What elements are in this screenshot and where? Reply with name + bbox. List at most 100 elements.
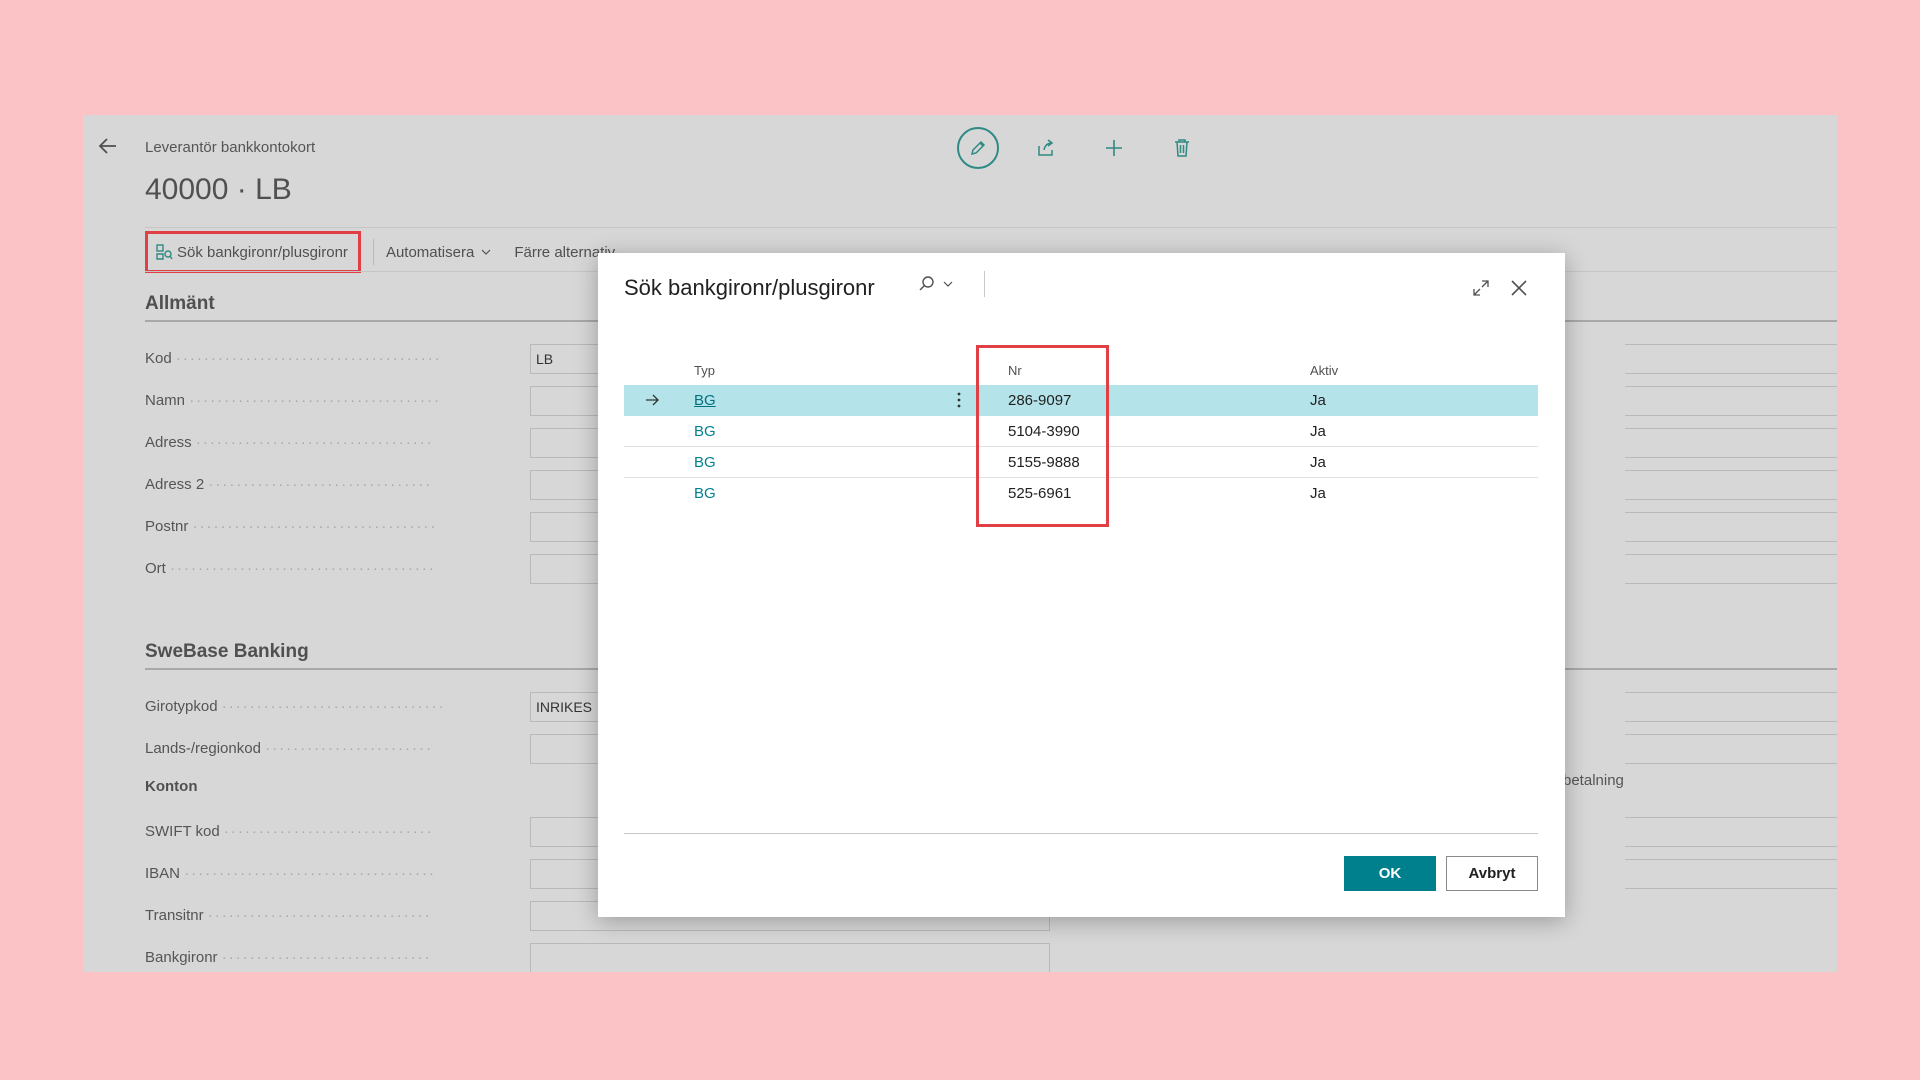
automate-label: Automatisera	[385, 243, 475, 261]
field-label-landskod: Lands-/regionkod ·······················…	[145, 740, 520, 757]
dialog-footer-divider	[624, 833, 1538, 834]
right-input[interactable]	[1625, 386, 1837, 416]
leader-dots: ··································	[195, 434, 434, 451]
field-label-iban-text: IBAN	[145, 865, 181, 882]
right-input[interactable]	[1625, 817, 1837, 847]
chevron-down-icon	[943, 281, 953, 287]
arrow-left-icon	[98, 138, 116, 154]
right-partial-text: betalning	[1563, 772, 1624, 789]
field-label-postnr-text: Postnr	[145, 518, 189, 535]
expand-icon	[1473, 280, 1489, 296]
field-label-postnr: Postnr ·································…	[145, 518, 520, 535]
leader-dots: ····································	[184, 865, 437, 882]
row-more-options-icon[interactable]	[956, 391, 962, 409]
trash-icon	[1175, 139, 1189, 157]
section-title-swebase: SweBase Banking	[145, 641, 309, 662]
cell-aktiv: Ja	[1310, 485, 1326, 502]
field-label-bankgironr: Bankgironr ·····························…	[145, 949, 520, 966]
row-selected-arrow-icon	[644, 392, 660, 408]
automate-menu[interactable]: Automatisera	[386, 244, 492, 261]
field-label-iban: IBAN ···································…	[145, 865, 520, 882]
expand-button[interactable]	[1466, 273, 1496, 303]
cell-typ-link[interactable]: BG	[694, 454, 716, 471]
field-label-adress: Adress ·································…	[145, 434, 520, 451]
field-label-ort-text: Ort	[145, 560, 166, 577]
leader-dots: ···································	[192, 518, 438, 535]
field-label-kod: Kod ····································…	[145, 350, 520, 367]
right-input[interactable]	[1625, 859, 1837, 889]
breadcrumb: Leverantör bankkontokort	[145, 139, 316, 156]
leader-dots: ································	[207, 907, 432, 924]
field-label-adress2: Adress 2 ·······························…	[145, 476, 520, 493]
field-label-swift-text: SWIFT kod	[145, 823, 220, 840]
share-button[interactable]	[1025, 127, 1067, 169]
dialog-title-separator	[984, 271, 985, 297]
nr-column-highlight-box	[976, 345, 1109, 527]
delete-button[interactable]	[1161, 127, 1203, 169]
field-label-namn-text: Namn	[145, 392, 186, 409]
cell-aktiv: Ja	[1310, 454, 1326, 471]
leader-dots: ································	[208, 476, 433, 493]
search-bankgiro-label: Sök bankgironr/plusgironr	[177, 243, 348, 261]
search-bankgiro-action[interactable]: Sök bankgironr/plusgironr	[145, 231, 361, 273]
right-input[interactable]	[1625, 470, 1837, 500]
right-input[interactable]	[1625, 428, 1837, 458]
column-header-typ[interactable]: Typ	[694, 363, 715, 378]
field-label-ort: Ort ····································…	[145, 560, 520, 577]
cell-typ-link[interactable]: BG	[694, 485, 716, 502]
ok-button[interactable]: OK	[1344, 856, 1436, 891]
right-input[interactable]	[1625, 734, 1837, 764]
cell-aktiv: Ja	[1310, 423, 1326, 440]
close-button[interactable]	[1504, 273, 1534, 303]
edit-button[interactable]	[957, 127, 999, 169]
subsection-title-konton: Konton	[145, 778, 198, 795]
field-row-bankgironr: Bankgironr ·····························…	[145, 939, 1837, 972]
field-label-swift: SWIFT kod ······························	[145, 823, 520, 840]
field-label-landskod-text: Lands-/regionkod	[145, 740, 261, 757]
plus-icon	[1106, 140, 1122, 156]
share-icon	[1038, 139, 1054, 156]
leader-dots: ························	[265, 740, 433, 757]
leader-dots: ································	[221, 698, 446, 715]
dialog-search-button[interactable]	[918, 275, 954, 293]
cell-typ-link[interactable]: BG	[694, 423, 716, 440]
header-divider	[145, 227, 1837, 228]
leader-dots: ······································	[175, 350, 442, 367]
leader-dots: ······························	[223, 823, 434, 840]
dialog-title: Sök bankgironr/plusgironr	[624, 275, 875, 300]
cell-typ-link[interactable]: BG	[694, 392, 716, 409]
right-input[interactable]	[1625, 512, 1837, 542]
cancel-button[interactable]: Avbryt	[1446, 856, 1538, 891]
leader-dots: ····································	[189, 392, 442, 409]
pencil-icon	[970, 140, 986, 156]
cell-aktiv: Ja	[1310, 392, 1326, 409]
right-input[interactable]	[1625, 344, 1837, 374]
new-button[interactable]	[1093, 127, 1135, 169]
top-actions	[957, 127, 1203, 169]
chevron-down-icon	[481, 249, 491, 255]
close-icon	[1511, 280, 1527, 296]
field-label-kod-text: Kod	[145, 350, 172, 367]
bankgironr-input[interactable]	[530, 943, 1050, 972]
column-header-aktiv[interactable]: Aktiv	[1310, 363, 1338, 378]
field-label-transitnr-text: Transitnr	[145, 907, 204, 924]
right-input[interactable]	[1625, 554, 1837, 584]
field-label-transitnr: Transitnr ······························…	[145, 907, 520, 924]
field-label-namn: Namn ···································…	[145, 392, 520, 409]
field-label-adress2-text: Adress 2	[145, 476, 205, 493]
leader-dots: ······································	[170, 560, 436, 577]
search-bankgiro-dialog: Sök bankgironr/plusgironr Typ Nr Aktiv B…	[598, 253, 1565, 917]
page-title: 40000 · LB	[145, 173, 292, 206]
right-input[interactable]	[1625, 692, 1837, 722]
leader-dots: ······························	[221, 949, 432, 966]
search-icon	[919, 276, 934, 291]
section-title-general: Allmänt	[145, 293, 215, 314]
field-label-bankgironr-text: Bankgironr	[145, 949, 218, 966]
field-label-adress-text: Adress	[145, 434, 192, 451]
field-label-girotypkod-text: Girotypkod	[145, 698, 218, 715]
bank-search-icon	[156, 244, 173, 260]
field-label-girotypkod: Girotypkod ·····························…	[145, 698, 520, 715]
back-button[interactable]	[89, 127, 127, 165]
action-bar: Sök bankgironr/plusgironr Automatisera F…	[145, 231, 637, 273]
action-separator	[372, 239, 374, 265]
